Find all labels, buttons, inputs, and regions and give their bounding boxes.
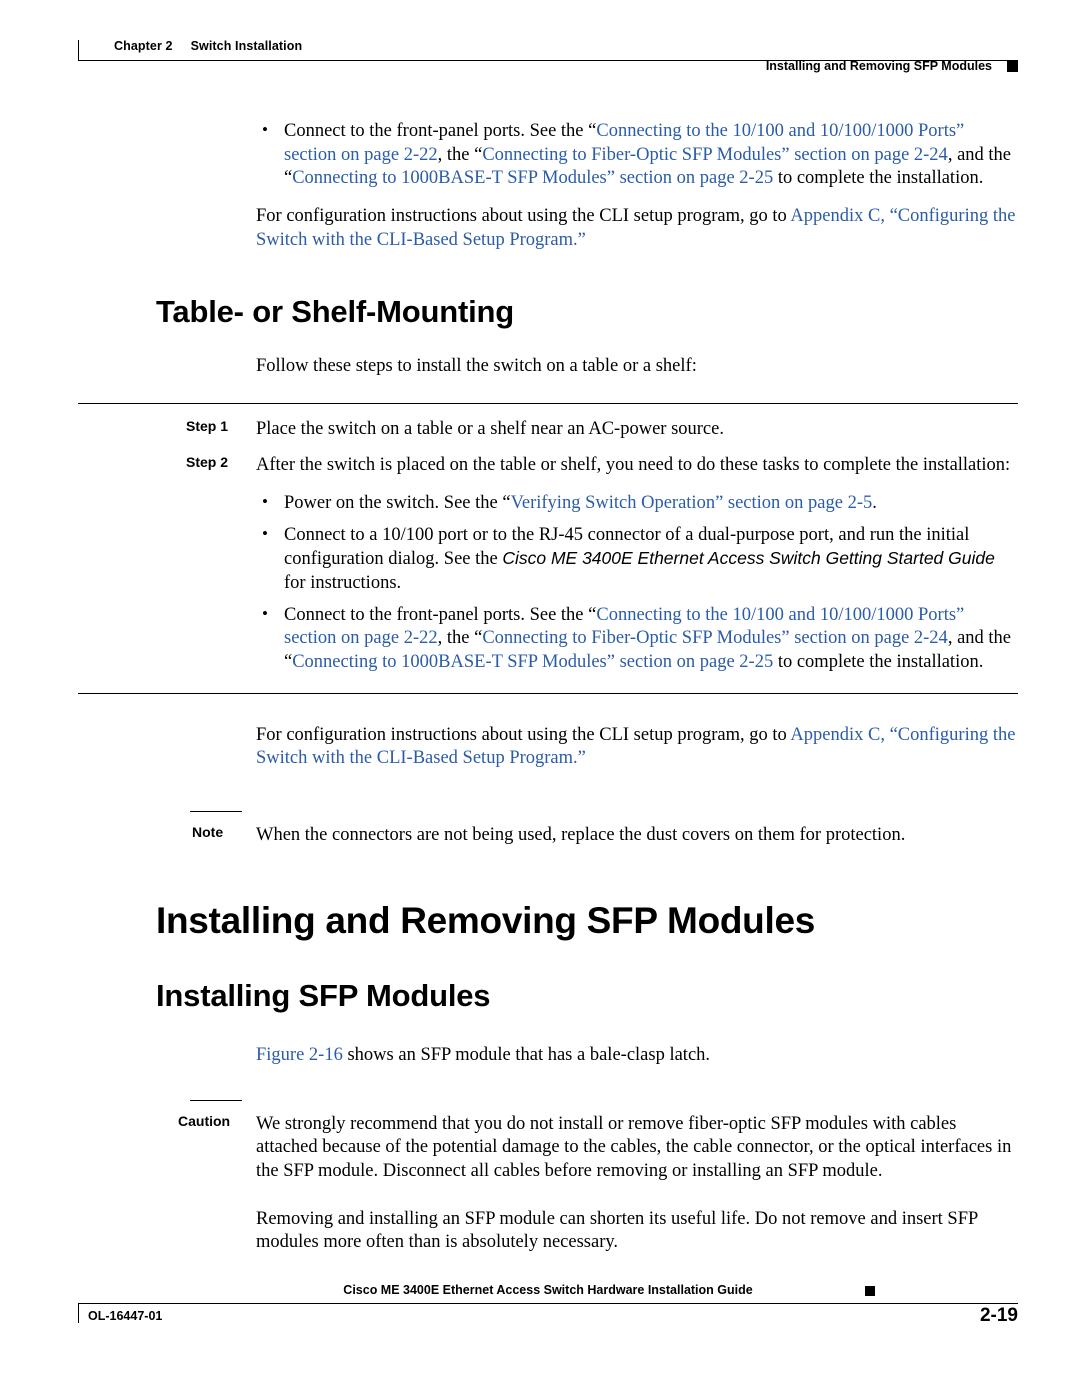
list-item: Connect to the front-panel ports. See th… [256, 603, 1018, 675]
list-item: Connect to the front-panel ports. See th… [256, 119, 1018, 191]
figure-reference: Figure 2-16 shows an SFP module that has… [256, 1045, 711, 1066]
header-chapter-number: Chapter 2 [114, 39, 173, 53]
list-item: Power on the switch. See the “Verifying … [256, 491, 1018, 516]
document-page: Chapter 2 Switch Installation Installing … [0, 0, 1080, 1397]
page-title: Installing and Removing SFP Modules [156, 900, 816, 942]
caution-block: Caution We strongly recommend that you d… [78, 1113, 1018, 1184]
after-caution-paragraph: Removing and installing an SFP module ca… [256, 1208, 978, 1253]
step-1-label: Step 1 [186, 418, 229, 435]
section-heading-installing-sfp-modules: Installing SFP Modules [156, 978, 491, 1014]
page-footer: Cisco ME 3400E Ethernet Access Switch Ha… [78, 1281, 1018, 1339]
footer-guide-title: Cisco ME 3400E Ethernet Access Switch Ha… [343, 1283, 753, 1297]
step-2-label: Step 2 [186, 454, 229, 471]
steps-divider-bottom [78, 692, 1018, 694]
footer-square-marker [865, 1286, 875, 1296]
page-content: Connect to the front-panel ports. See th… [78, 119, 1018, 1255]
bullet-text: Connect to the front-panel ports. See th… [284, 121, 1011, 189]
top-bullet-list: Connect to the front-panel ports. See th… [256, 119, 1018, 191]
note-text: When the connectors are not being used, … [256, 825, 906, 846]
steps-divider-top [78, 403, 1018, 405]
top-paragraph: For configuration instructions about usi… [256, 206, 1016, 250]
step-1-text: Place the switch on a table or a shelf n… [256, 419, 724, 440]
header-chapter-title: Switch Installation [190, 39, 303, 53]
footer-page-number: 2-19 [979, 1305, 1018, 1326]
header-square-marker [1007, 61, 1018, 72]
step-1: Step 1 Place the switch on a table or a … [78, 418, 1018, 442]
note-block: Note When the connectors are not being u… [78, 824, 1018, 848]
caution-divider [190, 1099, 242, 1101]
footer-tick-mark [78, 1303, 79, 1323]
footer-document-id: OL-16447-01 [88, 1309, 163, 1323]
header-running-head: Installing and Removing SFP Modules [765, 59, 992, 73]
section-heading-table-shelf-mounting: Table- or Shelf-Mounting [156, 294, 514, 330]
step-2: Step 2 After the switch is placed on the… [78, 454, 1018, 478]
step-2-bullet-list: Power on the switch. See the “Verifying … [256, 491, 1018, 675]
note-divider [190, 811, 242, 813]
step-2-text: After the switch is placed on the table … [256, 455, 1011, 476]
header-tick-mark [78, 40, 79, 60]
list-item: Connect to a 10/100 port or to the RJ-45… [256, 523, 1018, 596]
after-steps-paragraph: For configuration instructions about usi… [256, 724, 1016, 769]
caution-text: We strongly recommend that you do not in… [256, 1113, 1012, 1182]
caution-label: Caution [178, 1112, 231, 1129]
note-label: Note [192, 824, 224, 841]
page-header: Chapter 2 Switch Installation Installing … [78, 34, 1018, 74]
footer-divider [78, 1303, 1018, 1304]
header-chapter-info: Chapter 2 Switch Installation [114, 39, 302, 53]
table-shelf-intro: Follow these steps to install the switch… [256, 356, 697, 377]
